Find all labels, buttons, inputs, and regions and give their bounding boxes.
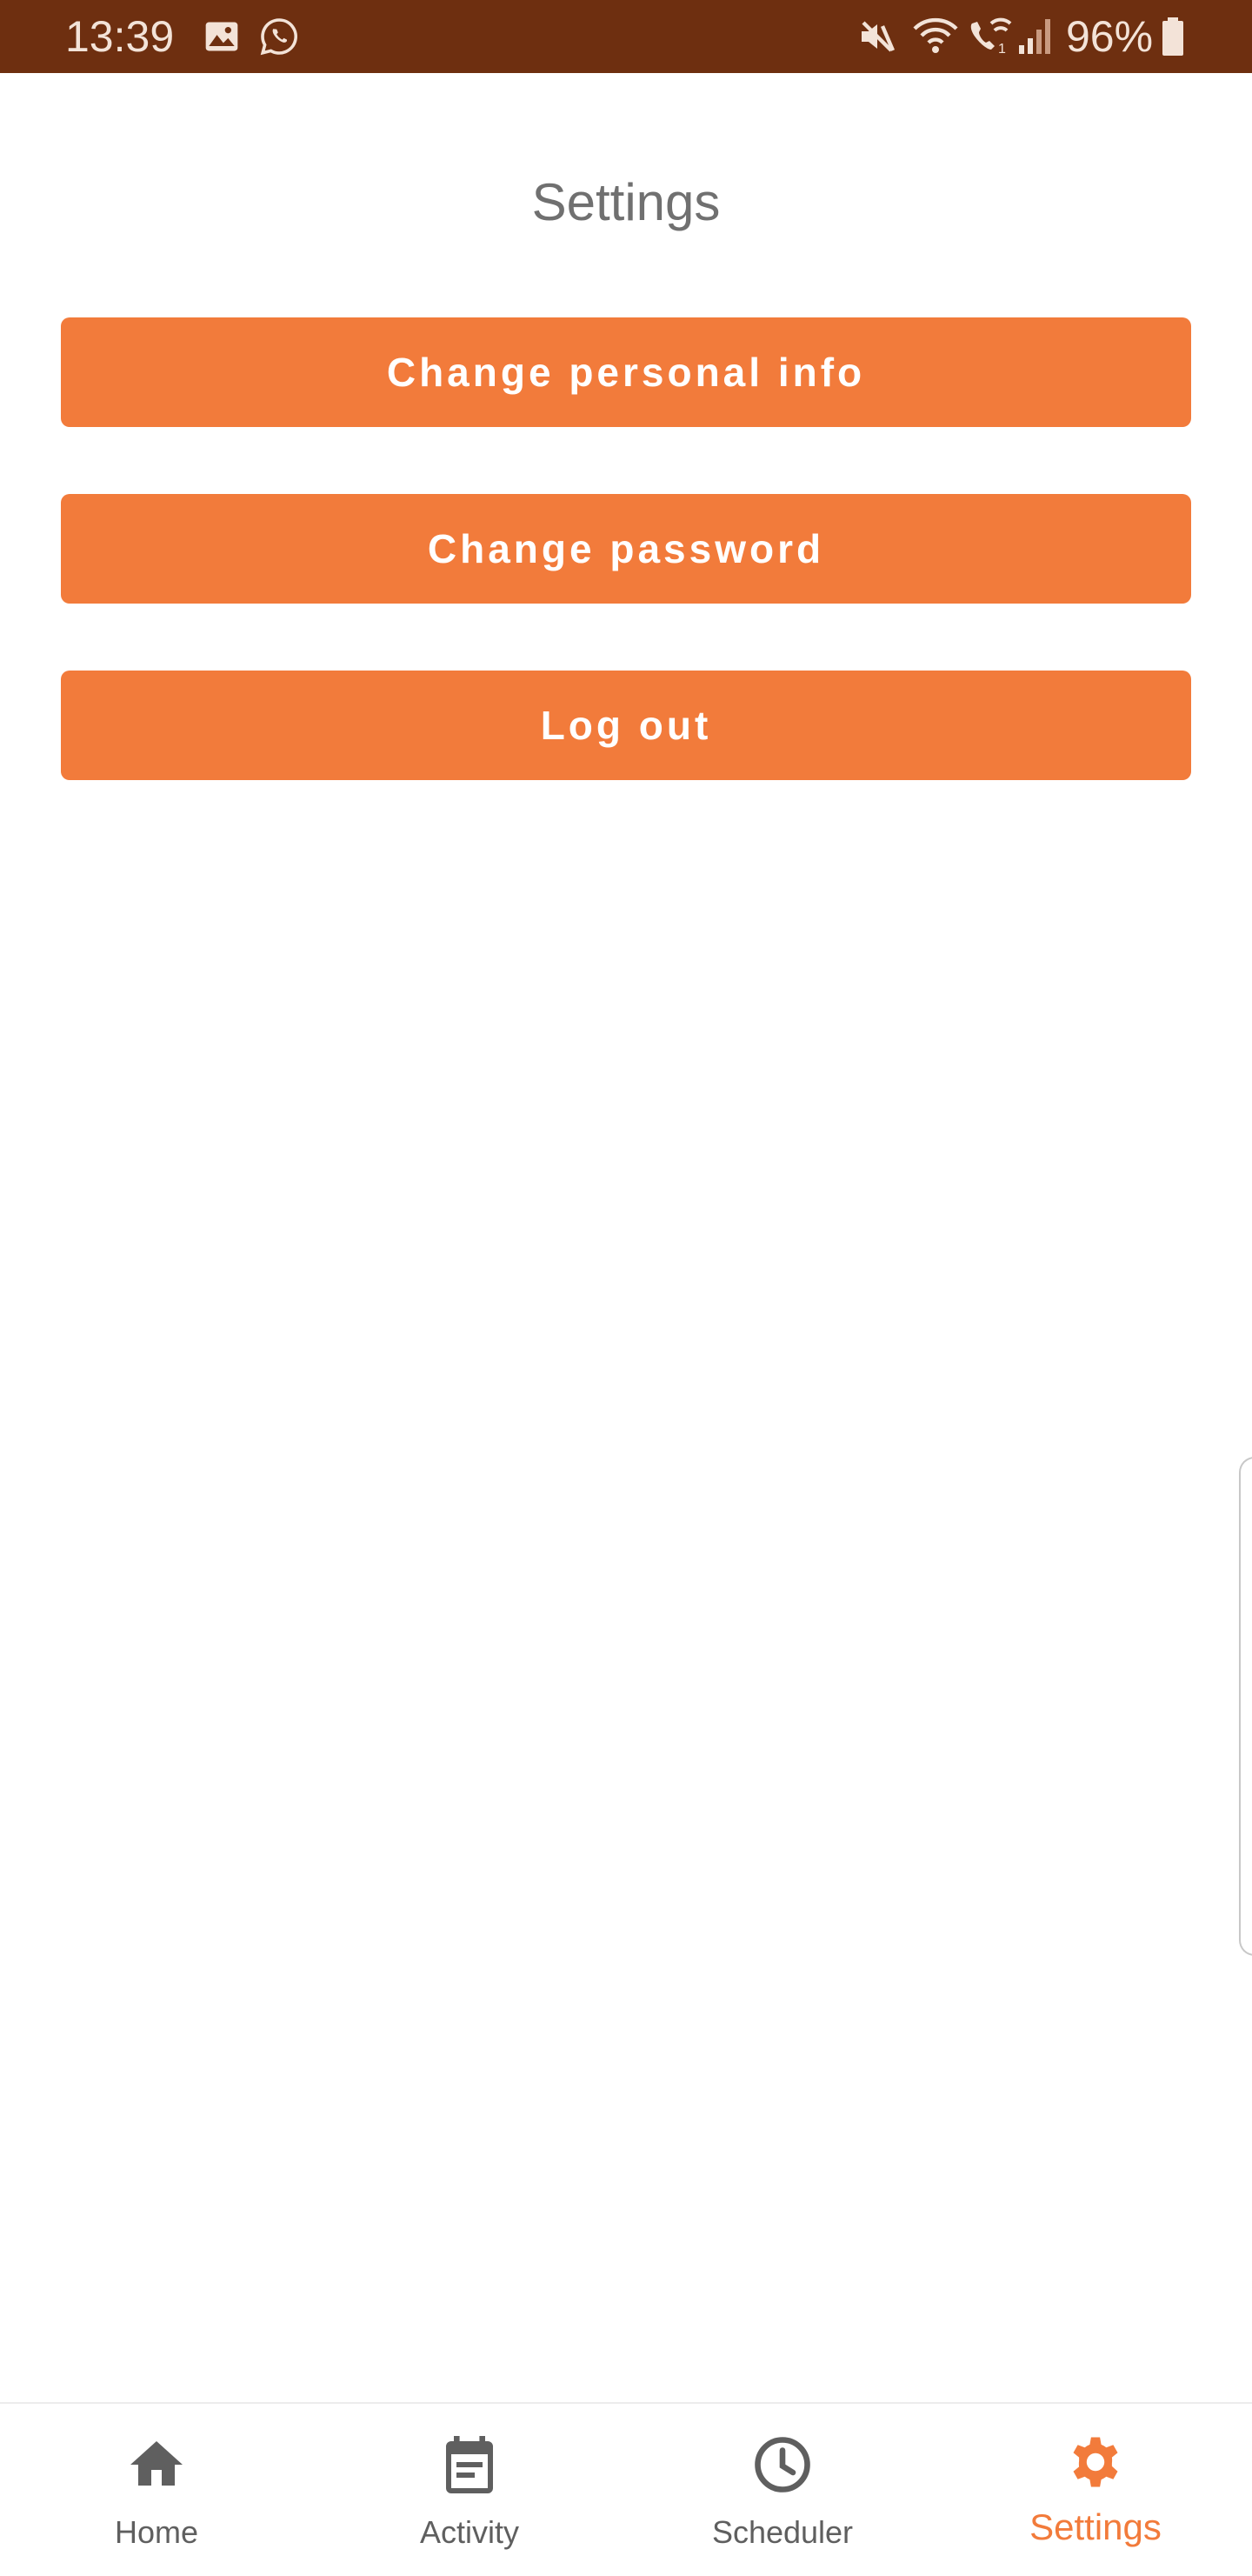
nav-label-home: Home bbox=[114, 2514, 199, 2550]
nav-item-home[interactable]: Home bbox=[0, 2404, 313, 2576]
clock-icon bbox=[755, 2437, 810, 2493]
battery-icon bbox=[1162, 17, 1183, 56]
wifi-icon bbox=[913, 17, 958, 53]
nav-label-scheduler: Scheduler bbox=[711, 2514, 854, 2550]
gear-icon bbox=[1073, 2437, 1118, 2487]
signal-icon bbox=[1019, 19, 1050, 54]
whatsapp-icon bbox=[260, 18, 297, 56]
change-personal-info-button[interactable]: Change personal info bbox=[61, 317, 1191, 427]
status-time: 13:39 bbox=[65, 12, 175, 61]
log-out-label: Log out bbox=[540, 703, 712, 748]
change-password-label: Change password bbox=[427, 526, 825, 571]
status-bar: 13:39 1 96% bbox=[0, 0, 1252, 73]
change-personal-info-label: Change personal info bbox=[386, 350, 866, 395]
log-out-button[interactable]: Log out bbox=[61, 671, 1191, 780]
mute-icon bbox=[862, 21, 896, 52]
nav-item-settings[interactable]: Settings bbox=[939, 2404, 1252, 2576]
svg-text:1: 1 bbox=[998, 42, 1006, 57]
change-password-button[interactable]: Change password bbox=[61, 494, 1191, 604]
nav-label-activity: Activity bbox=[419, 2514, 519, 2550]
page-title: Settings bbox=[531, 173, 721, 231]
bottom-navigation: Home Activity Scheduler Settings bbox=[0, 2402, 1252, 2576]
gallery-icon bbox=[205, 22, 238, 51]
nav-label-settings: Settings bbox=[1029, 2506, 1162, 2547]
nav-item-scheduler[interactable]: Scheduler bbox=[626, 2404, 939, 2576]
nav-item-activity[interactable]: Activity bbox=[313, 2404, 626, 2576]
wifi-call-icon: 1 bbox=[970, 17, 1012, 57]
edge-panel-handle[interactable] bbox=[1239, 1457, 1252, 1956]
home-icon bbox=[130, 2441, 183, 2486]
battery-percent: 96% bbox=[1066, 12, 1154, 61]
calendar-icon bbox=[446, 2436, 493, 2493]
